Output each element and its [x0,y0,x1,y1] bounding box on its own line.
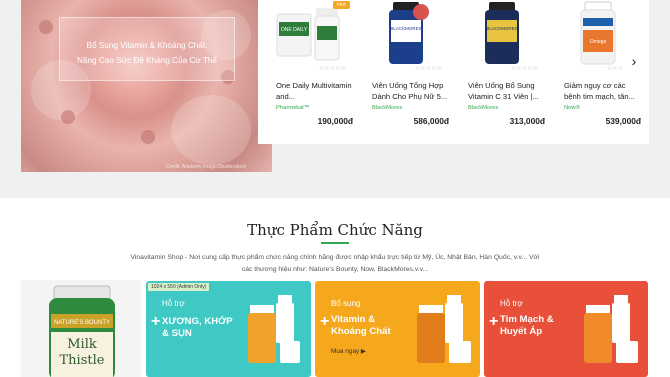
product-image[interactable]: ONE DAILY [271,0,349,68]
pill-bottles-icon [248,295,300,363]
rating-stars: ☆☆☆☆☆ [511,66,538,72]
banner-heading: Vitamin & Khoáng Chất [331,314,391,337]
product-carousel: ONE DAILY Hot ☆☆☆☆☆ One Daily Multivitam… [258,0,649,144]
hero-text-box: Bổ Sung Vitamin & Khoáng Chất. Nâng Cao … [59,17,235,81]
hero-banner[interactable]: Bổ Sung Vitamin & Khoáng Chất. Nâng Cao … [21,0,272,172]
banner-kicker: Bổ sung [331,299,361,308]
section-underline [321,242,349,244]
virus-spike [141,130,155,144]
product-image[interactable]: BLACKMORES [463,0,541,68]
product-brand[interactable]: Now® [564,105,580,111]
rating-stars: ☆☆☆☆☆ [415,66,442,72]
banner-kicker: Hỗ trợ [500,299,523,308]
plus-icon: + [489,313,499,330]
product-price: 539,000đ [605,116,641,126]
carousel-next-button[interactable]: › [624,49,644,73]
chevron-right-icon: › [631,53,637,69]
product-brand[interactable]: BlackMores [372,105,402,111]
virus-spike [61,110,75,124]
rating-stars: ☆☆☆☆☆ [319,66,346,72]
bottle-name-2: Thistle [60,353,105,368]
product-name[interactable]: Viên Uống Bổ Sung Vitamin C 31 Viên |... [468,80,546,102]
product-card[interactable]: ONE DAILY Hot ☆☆☆☆☆ One Daily Multivitam… [263,0,356,144]
product-price: 586,000đ [413,116,449,126]
section-title: Thực Phẩm Chức Năng [247,221,423,239]
description-line-1: Vinavitamin Shop - Nơi cung cấp thực phẩ… [130,254,540,261]
hero-line-2: Nâng Cao Sức Đề Kháng Của Cơ Thể [77,56,217,65]
svg-text:BLACKMORES: BLACKMORES [390,26,421,31]
milk-thistle-bottle: NATURE'S BOUNTY Milk Thistle [49,285,115,377]
description-line-2: các thương hiệu như: Nature's Bounty, No… [241,266,429,273]
product-brand[interactable]: Pharmekal™ [276,105,310,111]
pill-bottles-icon [584,295,638,363]
banner-heading: XƯƠNG, KHỚP & SỤN [162,316,233,339]
banner-heading: Tim Mạch & Huyết Áp [500,314,554,337]
product-price: 313,000đ [509,116,545,126]
banner-kicker: Hỗ trợ [162,299,185,308]
virus-spike [39,20,53,34]
plus-icon: + [151,313,161,330]
product-name[interactable]: Giảm nguy cơ các bệnh tim mạch, tăn... [564,80,642,102]
bottle-name-1: Milk [67,337,97,352]
buy-now-link[interactable]: Mua ngay ▶ [331,347,366,355]
product-card[interactable]: BLACKMORES ☆☆☆☆☆ Viên Uống Bổ Sung Vitam… [455,0,548,144]
svg-text:Omega: Omega [590,39,607,45]
featured-product-image[interactable]: NATURE'S BOUNTY Milk Thistle [21,280,141,377]
product-name[interactable]: Viên Uống Tổng Hợp Dành Cho Phụ Nữ 5... [372,80,450,102]
product-price: 190,000đ [317,116,353,126]
product-image[interactable]: BLACKMORES [367,0,445,68]
image-credit: Credit: Anatomy Image/Shutterstock [165,164,246,170]
product-brand[interactable]: BlackMores [468,105,498,111]
hot-badge: Hot [333,1,350,9]
product-name[interactable]: One Daily Multivitamin and... [276,80,354,102]
banner-vitamin-mineral[interactable]: Bổ sung + Vitamin & Khoáng Chất Mua ngay… [315,281,480,377]
svg-text:ONE DAILY: ONE DAILY [281,27,308,33]
plus-icon: + [320,313,330,330]
admin-size-tag: 1024 x 550 (Admin Only) [148,283,210,291]
pill-bottles-icon [417,295,471,363]
section-description: Vinavitamin Shop - Nơi cung cấp thực phẩ… [118,252,552,276]
banner-heart-blood-pressure[interactable]: Hỗ trợ + Tim Mạch & Huyết Áp [484,281,648,377]
hero-line-1: Bổ Sung Vitamin & Khoáng Chất. [86,41,208,50]
svg-text:BLACKMORES: BLACKMORES [486,26,517,31]
virus-particle [171,95,251,165]
product-card[interactable]: BLACKMORES ☆☆☆☆☆ Viên Uống Tổng Hợp Dành… [359,0,452,144]
banner-bone-joint[interactable]: 1024 x 550 (Admin Only) Hỗ trợ + XƯƠNG, … [146,281,311,377]
bottle-brand: NATURE'S BOUNTY [54,320,110,326]
